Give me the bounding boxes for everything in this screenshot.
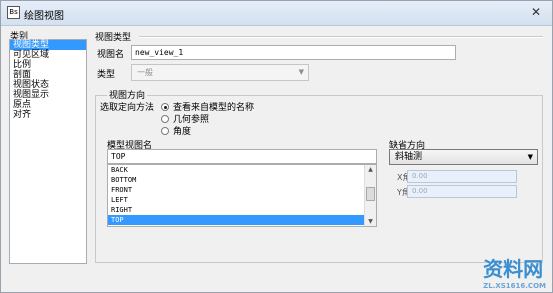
default-direction-select[interactable]: 斜轴测 ▼	[389, 149, 538, 165]
title-bar: Bs 绘图视图 ✕	[1, 1, 552, 26]
watermark-text: 资料网	[483, 257, 544, 281]
list-item[interactable]: RIGHT	[108, 205, 376, 215]
list-item[interactable]: FRONT	[108, 185, 376, 195]
radio-angle[interactable]: 角度	[161, 124, 191, 137]
sidebar-item-origin[interactable]: 原点	[10, 100, 86, 110]
radio-unchecked-icon[interactable]	[161, 127, 169, 135]
sidebar-item-view-type[interactable]: 视图类型	[10, 40, 86, 50]
list-item[interactable]: BACK	[108, 165, 376, 175]
model-view-input[interactable]: TOP	[107, 149, 377, 164]
list-item[interactable]: BOTTOM	[108, 175, 376, 185]
radio-unchecked-icon[interactable]	[161, 115, 169, 123]
sidebar-item-scale[interactable]: 比例	[10, 60, 86, 70]
type-select-value: 一般	[137, 68, 153, 77]
scroll-thumb[interactable]	[366, 187, 375, 201]
x-angle-input: 0.00	[407, 170, 517, 183]
watermark-url: ZL.XS1616.COM	[483, 282, 546, 290]
chevron-down-icon[interactable]: ▼	[528, 150, 533, 164]
radio-checked-icon[interactable]	[161, 103, 169, 111]
close-icon[interactable]: ✕	[528, 5, 544, 20]
list-scrollbar[interactable]: ▲ ▼	[364, 165, 376, 226]
scroll-down-icon[interactable]: ▼	[365, 217, 376, 226]
default-direction-value: 斜轴测	[395, 152, 423, 162]
watermark-logo: 资料网 ZL.XS1616.COM	[483, 253, 546, 290]
type-label: 类型	[97, 70, 116, 80]
chevron-down-icon: ▼	[298, 68, 304, 76]
sidebar-item-view-display[interactable]: 视图显示	[10, 90, 86, 100]
sidebar-item-view-state[interactable]: 视图状态	[10, 80, 86, 90]
sidebar-item-visible-area[interactable]: 可见区域	[10, 50, 86, 60]
type-select: 一般 ▼	[131, 64, 309, 81]
scroll-up-icon[interactable]: ▲	[365, 165, 376, 174]
model-view-list[interactable]: BACK BOTTOM FRONT LEFT RIGHT TOP ▲ ▼	[107, 164, 377, 227]
sidebar-item-section[interactable]: 剖面	[10, 70, 86, 80]
category-list[interactable]: 视图类型 可见区域 比例 剖面 视图状态 视图显示 原点 对齐	[9, 39, 87, 264]
view-type-section-title: 视图类型	[95, 33, 132, 43]
section-divider	[139, 36, 543, 38]
list-item[interactable]: LEFT	[108, 195, 376, 205]
window-title: 绘图视图	[24, 11, 64, 22]
list-item-selected[interactable]: TOP	[108, 215, 376, 225]
app-icon: Bs	[7, 6, 20, 19]
dialog-window: Bs 绘图视图 ✕ 类别 视图类型 可见区域 比例 剖面 视图状态 视图显示 原…	[0, 0, 553, 293]
y-angle-input: 0.00	[407, 185, 517, 198]
radio-angle-label: 角度	[173, 127, 192, 137]
view-name-label: 视图名	[97, 50, 125, 60]
sidebar-item-alignment[interactable]: 对齐	[10, 110, 86, 120]
orientation-method-label: 选取定向方法	[100, 103, 155, 113]
view-name-input[interactable]: new_view_1	[131, 45, 456, 60]
